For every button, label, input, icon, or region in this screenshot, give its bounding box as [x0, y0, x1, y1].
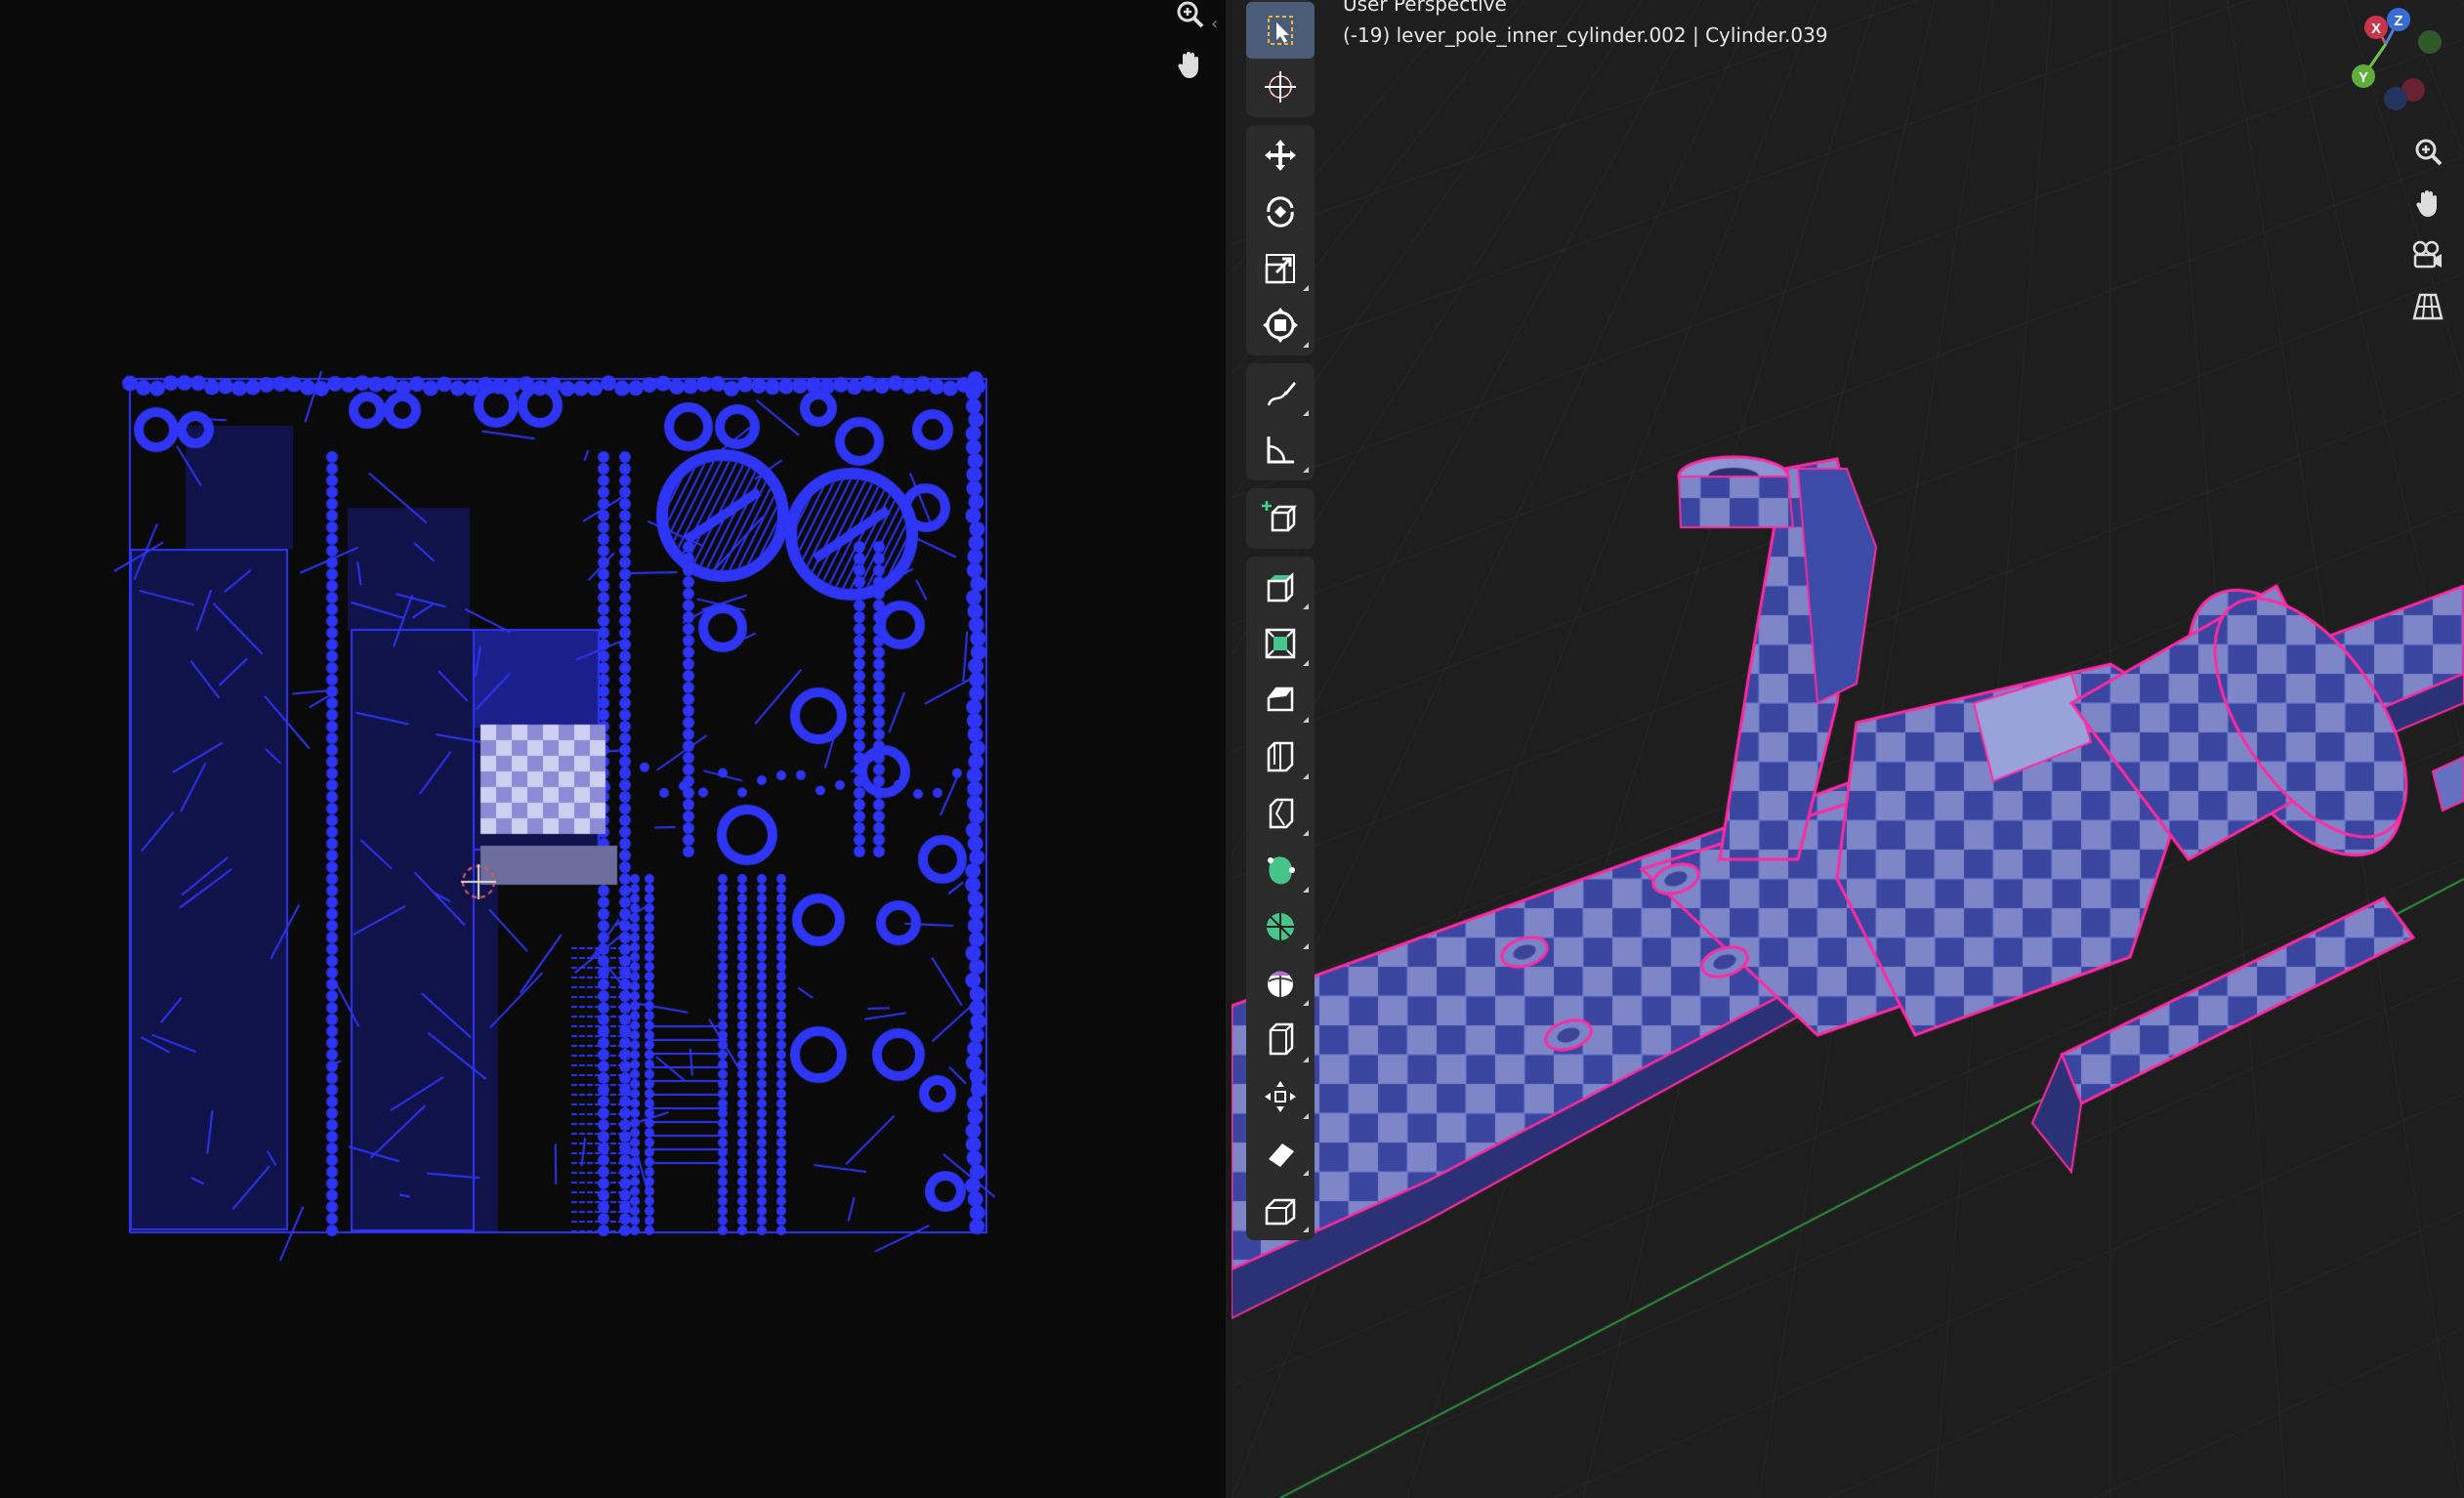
gizmo-neg-y: [2418, 30, 2442, 54]
extrude-icon: [1267, 571, 1294, 603]
view-mode-label: User Perspective: [1343, 0, 1507, 16]
rotate-tool[interactable]: [1246, 184, 1315, 240]
uv-editor[interactable]: ‹: [0, 0, 1226, 1498]
transform-tool[interactable]: [1246, 297, 1315, 354]
spin-tool[interactable]: [1246, 898, 1315, 955]
tool-group: [1246, 363, 1315, 480]
edge-slide-tool[interactable]: [1246, 1012, 1315, 1068]
tool-group: [1246, 125, 1315, 355]
move-icon: [1265, 140, 1296, 171]
tool-group: [1246, 488, 1315, 549]
hand-pan-icon[interactable]: [2403, 179, 2452, 228]
smooth-icon: [1268, 971, 1293, 997]
poly-build-tool[interactable]: [1246, 842, 1315, 898]
bevel-tool[interactable]: [1246, 672, 1315, 728]
tool-group: [1246, 557, 1315, 1240]
collapse-arrow-icon[interactable]: ‹: [1211, 14, 1227, 35]
loop-cut-icon: [1267, 741, 1294, 772]
scale-icon: [1265, 254, 1295, 284]
annotate-tool[interactable]: [1246, 365, 1315, 422]
transform-icon: [1263, 308, 1298, 343]
shear-tool[interactable]: [1246, 1125, 1315, 1182]
camera-icon[interactable]: [2403, 230, 2452, 279]
shrink-fatten-icon: [1265, 1081, 1296, 1112]
rotate-icon: [1267, 196, 1294, 228]
viewport-mesh-canvas[interactable]: [1232, 0, 2464, 1498]
3d-viewport[interactable]: User Perspective (-19) lever_pole_inner_…: [1232, 0, 2464, 1498]
gizmo-z-label: Z: [2394, 13, 2402, 29]
cursor-icon: [1265, 71, 1296, 103]
measure-icon: [1267, 437, 1294, 464]
gizmo-x-label: X: [2371, 21, 2381, 37]
zoom-icon[interactable]: [1168, 0, 1211, 35]
add-cube-icon: [1262, 501, 1298, 532]
viewport-info-overlay: User Perspective (-19) lever_pole_inner_…: [1343, 0, 1828, 51]
poly-build-icon: [1268, 856, 1295, 885]
extrude-tool[interactable]: [1246, 559, 1315, 615]
loop-cut-tool[interactable]: [1246, 728, 1315, 785]
spin-icon: [1267, 913, 1294, 940]
axis-gizmo[interactable]: X Z Y: [2327, 0, 2464, 117]
zoom-icon[interactable]: [2403, 127, 2452, 176]
grid-view-icon[interactable]: [2403, 282, 2452, 331]
inset-tool[interactable]: [1246, 615, 1315, 672]
hand-pan-icon[interactable]: [1168, 43, 1211, 86]
scale-tool[interactable]: [1246, 240, 1315, 297]
inset-icon: [1265, 628, 1296, 659]
rip-region-icon: [1265, 1198, 1296, 1226]
tool-shelf: [1246, 0, 1315, 1248]
cursor-tool[interactable]: [1246, 59, 1315, 115]
bevel-icon: [1267, 687, 1294, 712]
knife-icon: [1269, 798, 1294, 829]
shrink-fatten-tool[interactable]: [1246, 1068, 1315, 1125]
measure-tool[interactable]: [1246, 422, 1315, 479]
uv-layout-canvas[interactable]: [0, 0, 1226, 1498]
gizmo-y-label: Y: [2359, 69, 2368, 86]
annotate-icon: [1267, 382, 1296, 406]
knife-tool[interactable]: [1246, 785, 1315, 842]
select-box-icon: [1268, 16, 1293, 45]
shear-icon: [1269, 1144, 1294, 1167]
move-tool[interactable]: [1246, 127, 1315, 184]
smooth-tool[interactable]: [1246, 955, 1315, 1012]
object-info-label: (-19) lever_pole_inner_cylinder.002 | Cy…: [1343, 23, 1828, 47]
select-box-tool[interactable]: [1246, 2, 1315, 59]
add-cube-tool[interactable]: [1246, 490, 1315, 547]
gizmo-neg-z: [2384, 87, 2407, 110]
tool-group: [1246, 0, 1315, 117]
edge-slide-icon: [1269, 1022, 1294, 1056]
rip-region-tool[interactable]: [1246, 1182, 1315, 1238]
